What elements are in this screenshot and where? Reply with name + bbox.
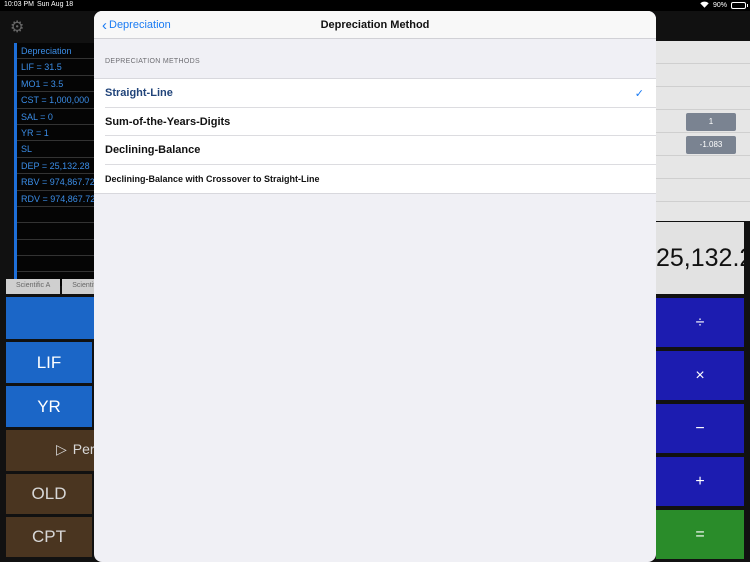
- register-value-1: 1: [686, 113, 736, 131]
- tab-scientific-b[interactable]: Scientific B: [62, 279, 98, 294]
- register-value-2: -1.083: [686, 136, 736, 154]
- method-declining-balance-crossover[interactable]: Declining-Balance with Crossover to Stra…: [94, 165, 656, 194]
- status-time: 10:03 PM: [4, 1, 34, 8]
- tape-line: [17, 223, 99, 240]
- per-key-label: ▷ Per: [56, 441, 95, 458]
- back-button-label: Depreciation: [109, 19, 171, 31]
- status-date: Sun Aug 18: [37, 1, 74, 8]
- method-sum-of-years-digits[interactable]: Sum-of-the-Years-Digits: [94, 108, 656, 137]
- depreciation-method-sheet: ‹ Depreciation Depreciation Method DEPRE…: [94, 11, 656, 562]
- cpt-key[interactable]: CPT: [6, 517, 92, 557]
- back-button[interactable]: ‹ Depreciation: [102, 11, 171, 39]
- wifi-icon: [700, 1, 709, 10]
- method-label: Straight-Line: [105, 87, 173, 100]
- method-declining-balance[interactable]: Declining-Balance: [94, 136, 656, 165]
- method-label: Declining-Balance with Crossover to Stra…: [105, 173, 320, 184]
- register-panel: [656, 41, 750, 221]
- minus-key[interactable]: −: [656, 404, 744, 453]
- multiply-key[interactable]: ×: [656, 351, 744, 400]
- tape-line: Depreciation: [17, 43, 99, 60]
- tape-line: RBV = 974,867.72: [17, 174, 99, 191]
- per-key-text: Per: [72, 441, 95, 457]
- method-label: Declining-Balance: [105, 144, 201, 157]
- blank-key[interactable]: [6, 297, 96, 339]
- tab-scientific-a[interactable]: Scientific A: [6, 279, 61, 294]
- tape-line: RDV = 974,867.72: [17, 191, 99, 207]
- navigation-bar: ‹ Depreciation Depreciation Method: [94, 11, 656, 39]
- plus-key[interactable]: +: [656, 457, 744, 506]
- main-display: 25,132.28: [656, 222, 744, 294]
- tape-line: MO1 = 3.5: [17, 76, 99, 93]
- battery-icon: [731, 2, 748, 9]
- play-icon: ▷: [56, 441, 67, 457]
- tape-panel: Depreciation LIF = 31.5 MO1 = 3.5 CST = …: [14, 43, 99, 286]
- page-title: Depreciation Method: [320, 19, 430, 31]
- section-header: DEPRECIATION METHODS: [105, 58, 200, 65]
- tape-line: [17, 240, 99, 257]
- tape-line: DEP = 25,132.28: [17, 158, 99, 175]
- gear-icon[interactable]: ⚙: [10, 17, 24, 37]
- tape-line: SAL = 0: [17, 109, 99, 125]
- tape-line: [17, 207, 99, 224]
- checkmark-icon: ✓: [634, 88, 644, 100]
- equals-key[interactable]: =: [656, 510, 744, 559]
- tape-line: LIF = 31.5: [17, 59, 99, 76]
- tape-line: [17, 256, 99, 273]
- tape-line: CST = 1,000,000: [17, 92, 99, 109]
- method-label: Sum-of-the-Years-Digits: [105, 115, 231, 128]
- chevron-left-icon: ‹: [102, 16, 107, 34]
- tape-line: SL: [17, 141, 99, 158]
- lif-key[interactable]: LIF: [6, 342, 92, 383]
- status-bar: 10:03 PM Sun Aug 18 90%: [0, 0, 750, 11]
- status-right: 90%: [700, 1, 748, 10]
- yr-key[interactable]: YR: [6, 386, 92, 427]
- old-key[interactable]: OLD: [6, 474, 92, 514]
- tape-line: YR = 1: [17, 125, 99, 142]
- divide-key[interactable]: ÷: [656, 298, 744, 347]
- battery-percent: 90%: [712, 2, 727, 9]
- keypad-tabs: Scientific A Scientific B: [6, 279, 98, 294]
- method-straight-line[interactable]: Straight-Line ✓: [94, 79, 656, 108]
- method-list: Straight-Line ✓ Sum-of-the-Years-Digits …: [94, 78, 656, 194]
